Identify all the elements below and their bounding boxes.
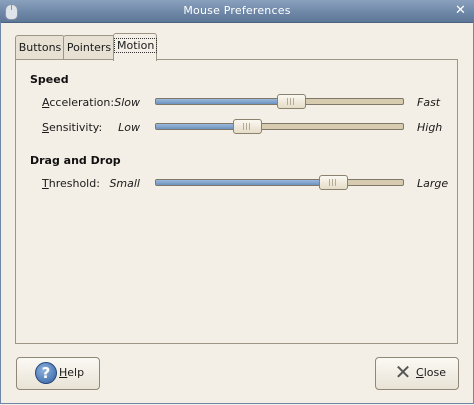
window-close-icon[interactable]: ✕	[453, 3, 468, 18]
threshold-slider[interactable]	[155, 175, 404, 190]
close-icon: ✕	[394, 360, 412, 384]
tab-pointers-label: Pointers	[66, 41, 112, 54]
tab-buttons-label: Buttons	[18, 41, 62, 54]
sensitivity-slider[interactable]	[155, 119, 404, 134]
close-button-label: Close	[416, 366, 446, 379]
acceleration-min-label: Slow	[114, 96, 140, 109]
sensitivity-max-label: High	[417, 121, 443, 134]
tab-motion[interactable]: Motion	[113, 33, 158, 61]
threshold-slider-thumb[interactable]	[319, 175, 348, 190]
help-icon: ?	[35, 362, 57, 384]
window-title: Mouse Preferences	[183, 4, 291, 17]
tab-buttons[interactable]: Buttons	[15, 35, 65, 60]
threshold-min-label: Small	[109, 177, 140, 190]
acceleration-slider[interactable]	[155, 94, 404, 109]
help-label-text: elp	[67, 366, 85, 379]
threshold-slider-fill	[156, 180, 333, 185]
grip-icon	[329, 179, 338, 186]
sensitivity-mnemonic: S	[42, 121, 49, 134]
acceleration-slider-thumb[interactable]	[277, 94, 306, 109]
acceleration-max-label: Fast	[417, 96, 441, 109]
close-mnemonic: C	[416, 366, 424, 379]
sensitivity-slider-thumb[interactable]	[233, 119, 262, 134]
tab-motion-label: Motion	[114, 38, 158, 53]
tab-pointers[interactable]: Pointers	[63, 35, 115, 60]
threshold-mnemonic: T	[42, 177, 49, 190]
threshold-max-label: Large	[417, 177, 449, 190]
title-bar[interactable]: Mouse Preferences ✕	[0, 0, 474, 23]
help-button-label: Help	[59, 366, 84, 379]
sensitivity-min-label: Low	[118, 121, 140, 134]
grip-icon	[243, 123, 252, 130]
drag-and-drop-heading: Drag and Drop	[30, 154, 121, 167]
close-button[interactable]: ✕ Close	[375, 357, 459, 390]
close-label-text: lose	[423, 366, 446, 379]
grip-icon	[287, 98, 296, 105]
acceleration-slider-fill	[156, 99, 291, 104]
help-button[interactable]: ? Help	[16, 357, 100, 390]
speed-heading: Speed	[30, 73, 69, 86]
